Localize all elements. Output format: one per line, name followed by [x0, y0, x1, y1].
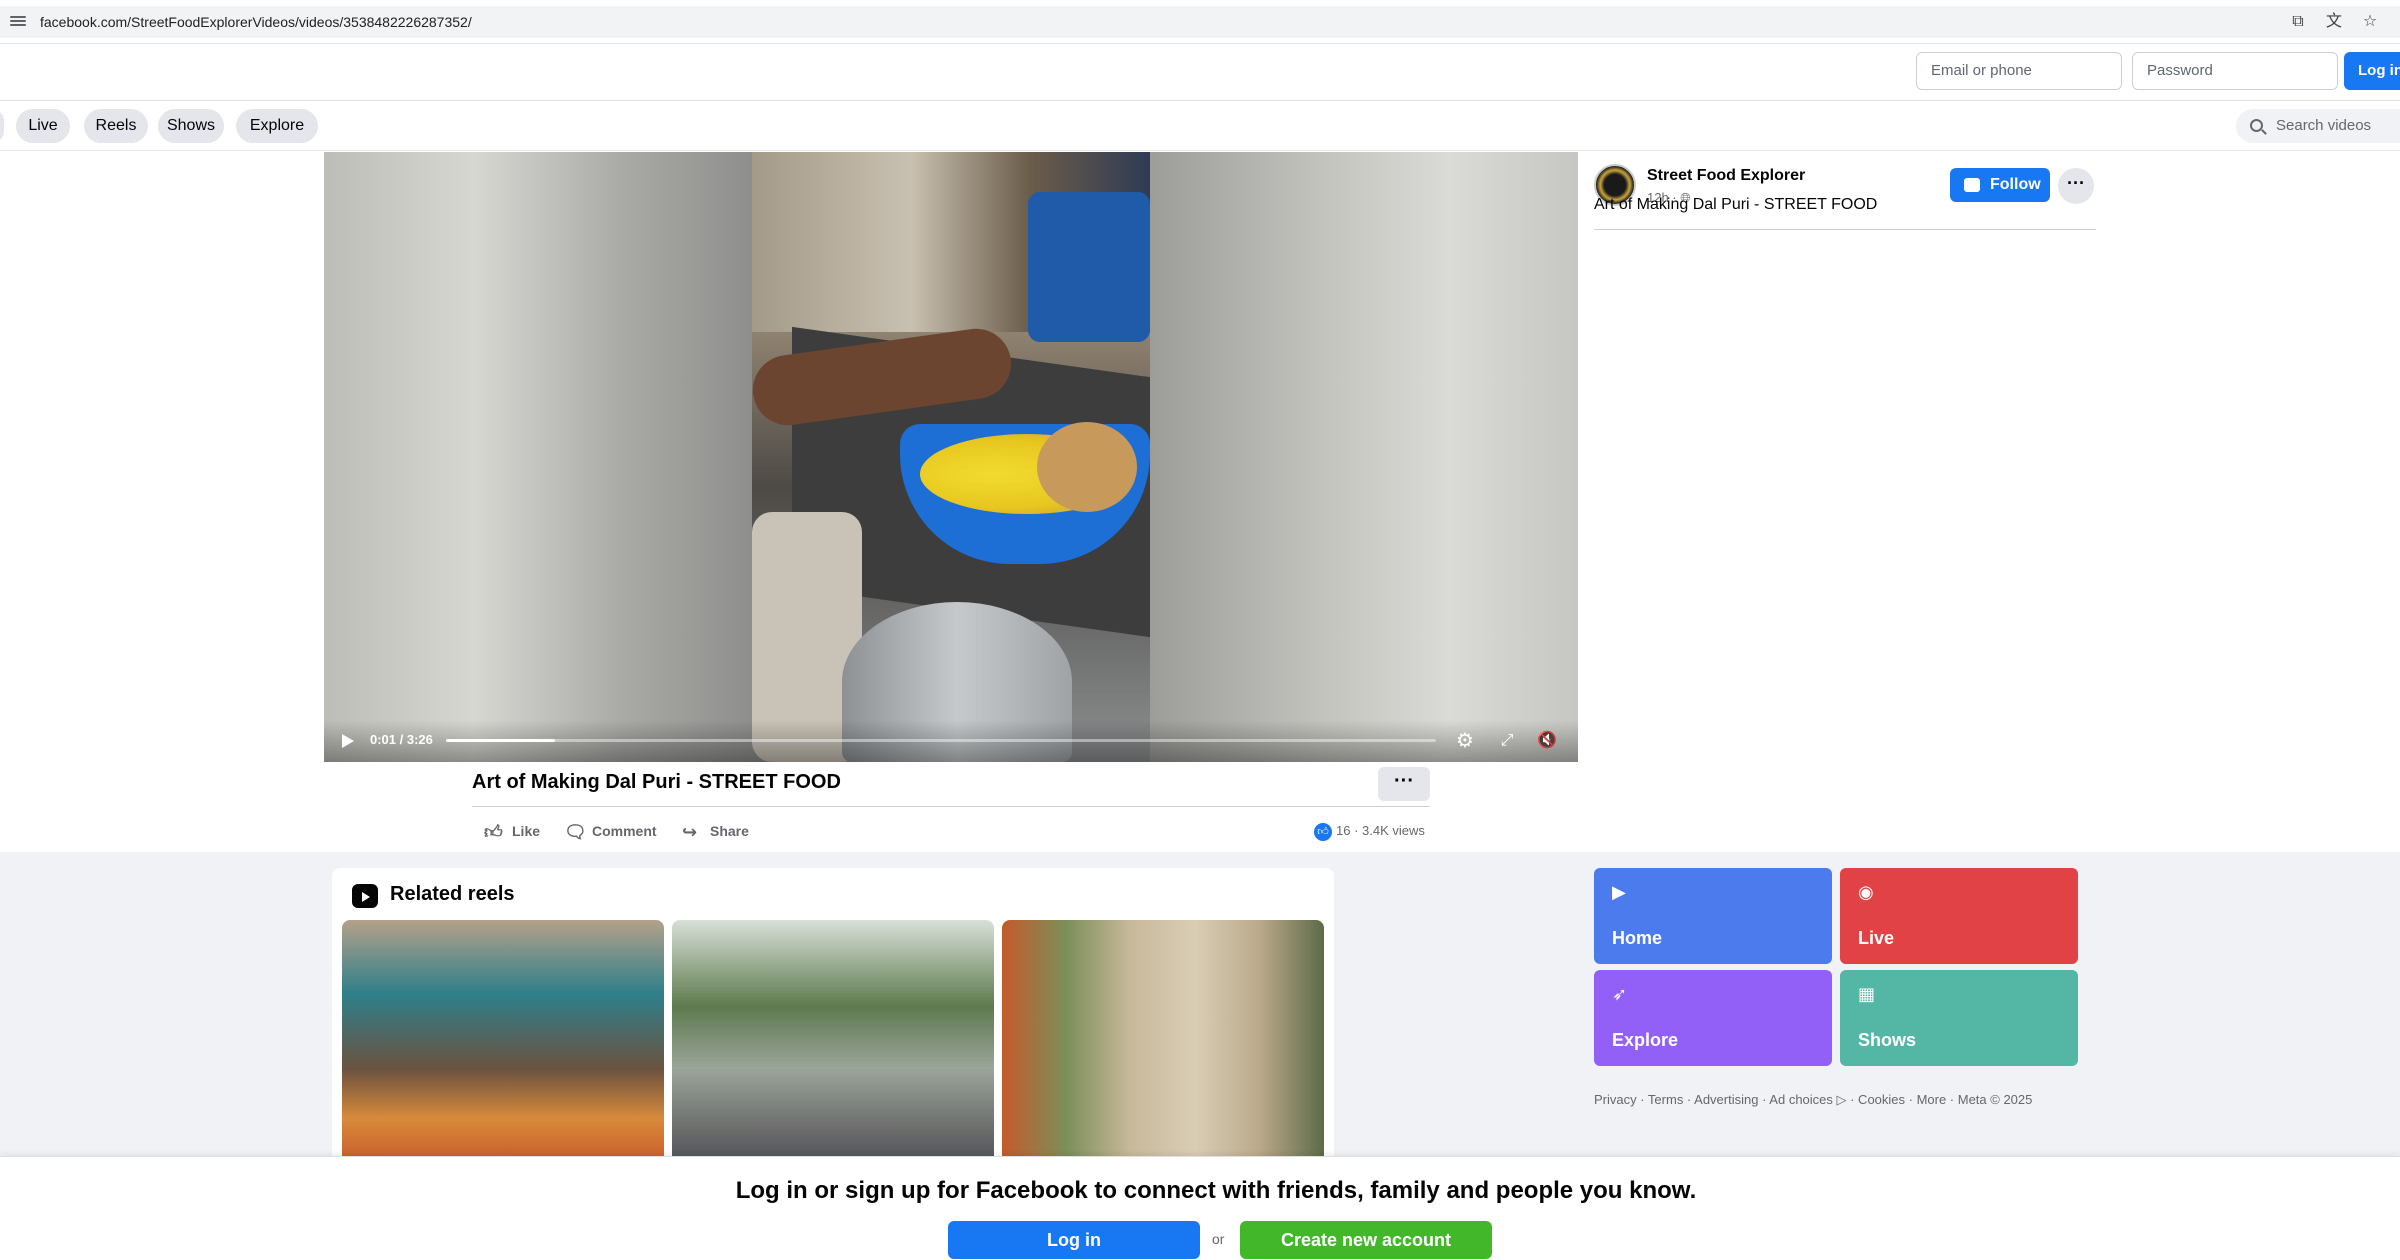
follow-label: Follow: [1990, 176, 2041, 193]
play-icon[interactable]: [342, 734, 354, 748]
comment-label: Comment: [592, 823, 657, 839]
nav-pill-live[interactable]: Live: [16, 109, 70, 143]
login-prompt-text: Log in or sign up for Facebook to connec…: [735, 1177, 1697, 1204]
like-label: Like: [512, 823, 541, 839]
reels-icon: [352, 884, 378, 908]
clapperboard-icon: ▦: [1858, 984, 1876, 1004]
share-button[interactable]: ↪ Share: [682, 820, 749, 842]
reel-thumbnail[interactable]: [672, 920, 994, 1168]
site-settings-icon[interactable]: [10, 14, 26, 28]
tile-shows[interactable]: ▦ Shows: [1840, 970, 2078, 1066]
login-prompt-bar: Log in or sign up for Facebook to connec…: [0, 1156, 2400, 1260]
live-camera-icon: ◉: [1858, 882, 1874, 902]
comment-button[interactable]: 🗨︎ Comment: [564, 820, 657, 842]
tile-home[interactable]: ▶ Home: [1594, 868, 1832, 964]
nav-pill-explore[interactable]: Explore: [236, 109, 318, 143]
reaction-count[interactable]: 16: [1336, 823, 1350, 838]
video-progress-fill: [446, 739, 555, 742]
tile-shows-label: Shows: [1858, 1030, 1917, 1050]
related-reels-panel: Related reels: [332, 868, 1334, 1168]
tile-explore-label: Explore: [1612, 1030, 1679, 1050]
share-label: Share: [710, 823, 749, 839]
tile-explore[interactable]: ➶ Explore: [1594, 970, 1832, 1066]
url-text[interactable]: facebook.com/StreetFoodExplorerVideos/vi…: [40, 14, 472, 30]
fullscreen-icon[interactable]: ⤢: [1494, 728, 1520, 754]
tile-live-label: Live: [1858, 928, 1895, 948]
video-icon: ▶: [1612, 882, 1626, 902]
video-nav-bar: Live Reels Shows Explore Search videos: [0, 101, 2400, 151]
header-login-button[interactable]: Log in: [2344, 52, 2400, 90]
browser-address-bar: facebook.com/StreetFoodExplorerVideos/vi…: [0, 0, 2400, 44]
comment-icon: 🗨︎: [564, 822, 587, 842]
search-icon: [2250, 119, 2263, 132]
video-blur-left: [324, 152, 752, 762]
like-button[interactable]: 👍︎ Like: [484, 820, 540, 842]
rocket-icon: ➶: [1612, 984, 1628, 1004]
channel-more-button[interactable]: ···: [2058, 168, 2094, 204]
tile-live[interactable]: ◉ Live: [1840, 868, 2078, 964]
thumbs-up-icon: 👍︎: [484, 822, 503, 842]
nav-pill-home[interactable]: [0, 109, 4, 143]
footer-links[interactable]: Privacy · Terms · Advertising · Ad choic…: [1594, 1092, 2032, 1108]
search-placeholder: Search videos: [2276, 117, 2372, 134]
divider: [472, 806, 1430, 807]
nav-pill-reels[interactable]: Reels: [84, 109, 148, 143]
video-stats: 👍︎ 16 · 3.4K views: [1314, 821, 1425, 841]
video-progress-bar[interactable]: [446, 739, 1436, 742]
related-reels-heading: Related reels: [390, 883, 515, 905]
password-field[interactable]: Password: [2132, 52, 2338, 90]
video-player[interactable]: 0:01 / 3:26 ⚙ ⤢ 🔇: [324, 152, 1578, 762]
mute-icon[interactable]: 🔇: [1534, 728, 1560, 754]
translate-icon[interactable]: 文: [2324, 12, 2344, 32]
follow-icon: [1964, 178, 1980, 192]
or-separator: or: [1212, 1231, 1225, 1247]
video-blur-right: [1150, 152, 1578, 762]
channel-name[interactable]: Street Food Explorer: [1647, 167, 1805, 185]
install-app-icon[interactable]: ⧉: [2288, 12, 2308, 32]
view-count: 3.4K views: [1362, 823, 1425, 838]
top-header: Email or phone Password Log in: [0, 44, 2400, 101]
bottom-login-button[interactable]: Log in: [948, 1221, 1200, 1259]
bookmark-star-icon[interactable]: ☆: [2360, 12, 2380, 32]
video-time: 0:01 / 3:26: [370, 732, 433, 747]
nav-pill-shows[interactable]: Shows: [158, 109, 224, 143]
like-reaction-icon[interactable]: 👍︎: [1314, 822, 1332, 841]
divider: [1594, 229, 2096, 230]
follow-button[interactable]: Follow: [1950, 168, 2050, 202]
reel-thumbnail[interactable]: [1002, 920, 1324, 1168]
share-icon: ↪: [682, 822, 698, 842]
email-field[interactable]: Email or phone: [1916, 52, 2122, 90]
video-title: Art of Making Dal Puri - STREET FOOD: [472, 771, 841, 793]
video-more-button[interactable]: ···: [1378, 767, 1430, 801]
video-controls: 0:01 / 3:26 ⚙ ⤢ 🔇: [324, 720, 1578, 762]
video-description: Art of Making Dal Puri - STREET FOOD: [1594, 196, 1878, 213]
search-videos-input[interactable]: Search videos: [2236, 109, 2400, 143]
create-account-button[interactable]: Create new account: [1240, 1221, 1492, 1259]
video-frame: [752, 152, 1150, 762]
settings-gear-icon[interactable]: ⚙: [1452, 728, 1478, 754]
reel-thumbnail[interactable]: [342, 920, 664, 1168]
tile-home-label: Home: [1612, 928, 1663, 948]
